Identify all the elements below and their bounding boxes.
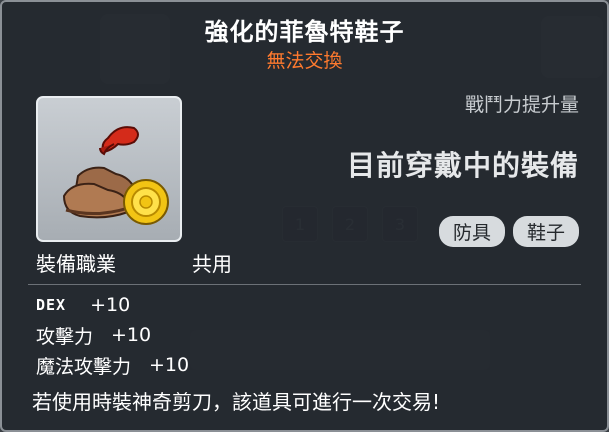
trade-status: 無法交換 [266,50,343,72]
equip-status: 目前穿戴中的裝備 [346,149,579,182]
divider [28,284,581,285]
combat-power-label: 戰鬥力提升量 [464,94,579,116]
item-tooltip: 強化的菲魯特鞋子 無法交換 戰鬥力提升量 目前穿戴中的裝備 防具 鞋子 裝備職業… [0,0,609,432]
stat-dex: DEX +10 [36,290,189,320]
tag-shoes: 鞋子 [512,216,579,247]
item-name: 強化的菲魯特鞋子 [204,18,405,46]
stat-name: 攻擊力 [36,325,94,348]
stat-attack: 攻擊力 +10 [36,320,189,350]
stat-value: +10 [90,294,131,316]
stat-value: +10 [149,354,190,376]
job-label: 裝備職業 [36,252,116,276]
job-requirement: 裝備職業 共用 [36,248,232,277]
item-icon-frame [36,96,182,242]
item-tags: 防具 鞋子 [438,216,579,247]
stat-magic-attack: 魔法攻擊力 +10 [36,350,189,380]
stat-value: +10 [111,324,152,346]
stat-name: 魔法攻擊力 [36,355,132,378]
boots-with-gold-coin-icon [62,126,169,225]
tag-armor: 防具 [438,216,505,247]
stat-list: DEX +10 攻擊力 +10 魔法攻擊力 +10 [36,290,189,380]
job-value: 共用 [192,252,232,276]
stat-name: DEX [36,296,67,314]
trade-note: 若使用時裝神奇剪刀，該道具可進行一次交易! [32,390,441,414]
